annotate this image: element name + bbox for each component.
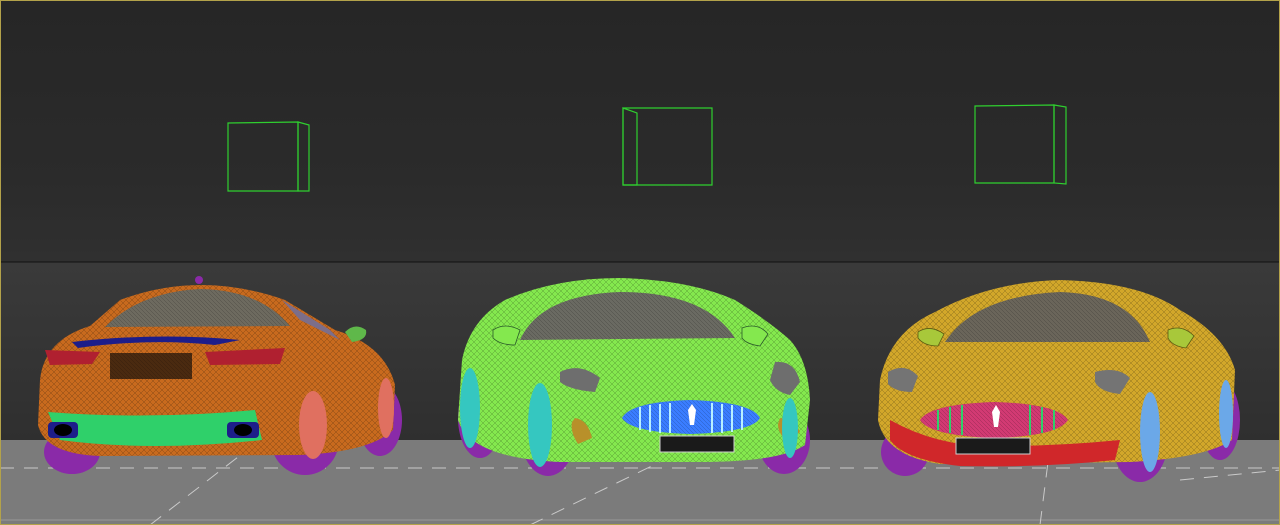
light-helper-box-2[interactable] (622, 107, 713, 186)
license-plate-right (955, 437, 1031, 455)
3d-viewport[interactable] (0, 0, 1280, 525)
light-helper-box-1[interactable] (227, 121, 310, 192)
scene-canvas[interactable] (0, 0, 1280, 525)
car-middle-front[interactable] (458, 278, 810, 476)
license-plate-middle (659, 435, 735, 453)
car-left-rear[interactable] (38, 276, 402, 475)
car-right-front[interactable] (878, 280, 1240, 482)
light-helper-box-3[interactable] (974, 104, 1067, 185)
